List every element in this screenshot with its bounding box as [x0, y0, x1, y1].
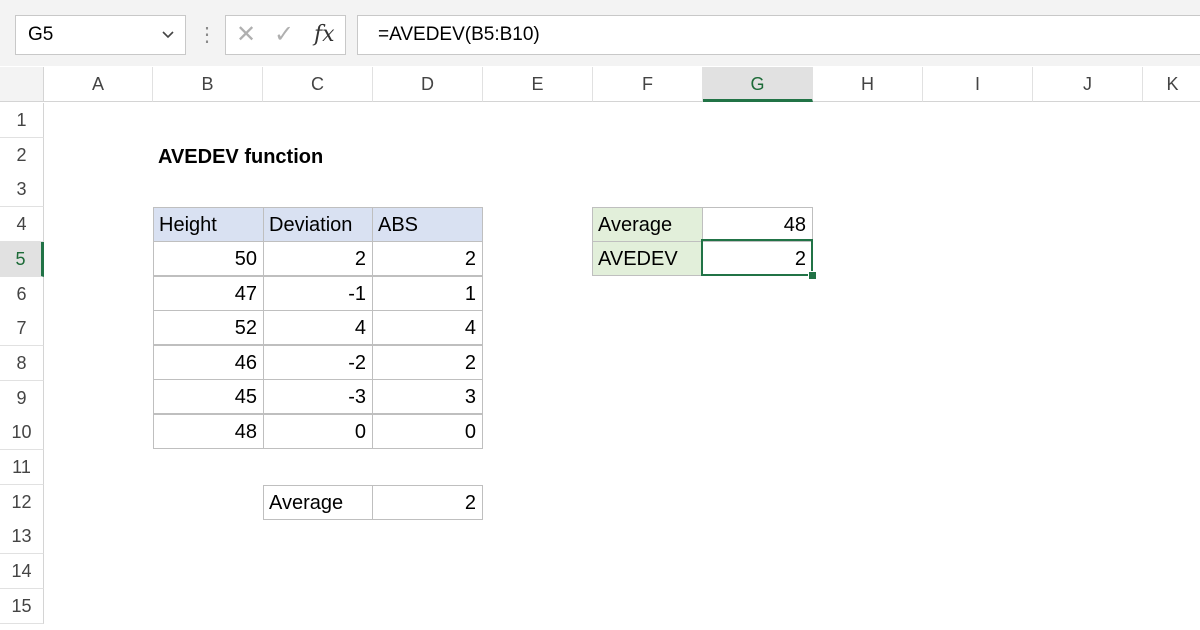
row-header-10[interactable]: 10 [0, 415, 44, 451]
name-box[interactable]: G5 [15, 15, 186, 55]
row-header-3[interactable]: 3 [0, 172, 44, 208]
column-header-i[interactable]: I [923, 67, 1033, 102]
more-options-icon[interactable]: ⋮ [197, 20, 217, 50]
row-header-9[interactable]: 9 [0, 380, 44, 416]
row-header-2[interactable]: 2 [0, 137, 44, 173]
row-header-14[interactable]: 14 [0, 554, 44, 590]
table-header-height[interactable]: Height [153, 207, 264, 242]
table-header-deviation[interactable]: Deviation [263, 207, 373, 242]
avedev-label[interactable]: AVEDEV [592, 241, 703, 276]
row-header-7[interactable]: 7 [0, 311, 44, 347]
row-header-11[interactable]: 11 [0, 450, 44, 485]
row-header-15[interactable]: 15 [0, 588, 44, 624]
table-cell-height[interactable]: 48 [153, 413, 264, 449]
column-header-f[interactable]: F [593, 67, 703, 102]
fill-handle[interactable] [808, 271, 817, 280]
table-cell-deviation[interactable]: 4 [263, 310, 373, 345]
table-cell-deviation[interactable]: -1 [263, 275, 373, 311]
select-all-corner[interactable] [0, 67, 44, 102]
formula-bar-buttons: ✕ ✓ fx [225, 15, 346, 55]
column-header-k[interactable]: K [1143, 67, 1200, 102]
table-cell-height[interactable]: 47 [153, 275, 264, 311]
table-cell-height[interactable]: 50 [153, 241, 264, 276]
row-header-8[interactable]: 8 [0, 345, 44, 381]
table-cell-height[interactable]: 45 [153, 379, 264, 414]
table-cell-abs[interactable]: 0 [372, 413, 483, 449]
table-cell-deviation[interactable]: 2 [263, 241, 373, 276]
row-header-5[interactable]: 5 [0, 241, 44, 277]
row-header-4[interactable]: 4 [0, 207, 44, 243]
column-header-b[interactable]: B [153, 67, 263, 102]
table-cell-abs[interactable]: 2 [372, 344, 483, 380]
average-value[interactable]: 48 [702, 207, 813, 242]
enter-icon[interactable]: ✓ [274, 16, 294, 54]
table-cell-abs[interactable]: 3 [372, 379, 483, 414]
summary-value[interactable]: 2 [372, 485, 483, 520]
name-box-value: G5 [28, 24, 54, 45]
insert-function-icon[interactable]: fx [314, 16, 335, 54]
column-header-e[interactable]: E [483, 67, 593, 102]
table-cell-abs[interactable]: 4 [372, 310, 483, 345]
cancel-icon[interactable]: ✕ [236, 16, 256, 54]
sheet-title[interactable]: AVEDEV function [153, 140, 413, 175]
column-header-d[interactable]: D [373, 67, 483, 102]
row-header-6[interactable]: 6 [0, 276, 44, 312]
column-header-h[interactable]: H [813, 67, 923, 102]
table-cell-height[interactable]: 46 [153, 344, 264, 380]
column-header-j[interactable]: J [1033, 67, 1143, 102]
column-header-a[interactable]: A [44, 67, 153, 102]
table-cell-deviation[interactable]: -2 [263, 344, 373, 380]
table-cell-abs[interactable]: 2 [372, 241, 483, 276]
table-cell-deviation[interactable]: 0 [263, 413, 373, 449]
row-header-1[interactable]: 1 [0, 103, 44, 138]
formula-bar: G5 ⋮ ✕ ✓ fx =AVEDEV(B5:B10) [0, 0, 1200, 66]
row-header-13[interactable]: 13 [0, 519, 44, 555]
table-header-abs[interactable]: ABS [372, 207, 483, 242]
table-cell-deviation[interactable]: -3 [263, 379, 373, 414]
summary-label[interactable]: Average [263, 485, 373, 520]
table-cell-abs[interactable]: 1 [372, 275, 483, 311]
table-cell-height[interactable]: 52 [153, 310, 264, 345]
column-header-g[interactable]: G [703, 67, 813, 102]
avedev-value[interactable]: 2 [702, 241, 813, 276]
average-label[interactable]: Average [592, 207, 703, 242]
chevron-down-icon[interactable] [161, 16, 175, 68]
formula-input[interactable]: =AVEDEV(B5:B10) [357, 15, 1200, 55]
row-header-12[interactable]: 12 [0, 484, 44, 520]
column-header-c[interactable]: C [263, 67, 373, 102]
